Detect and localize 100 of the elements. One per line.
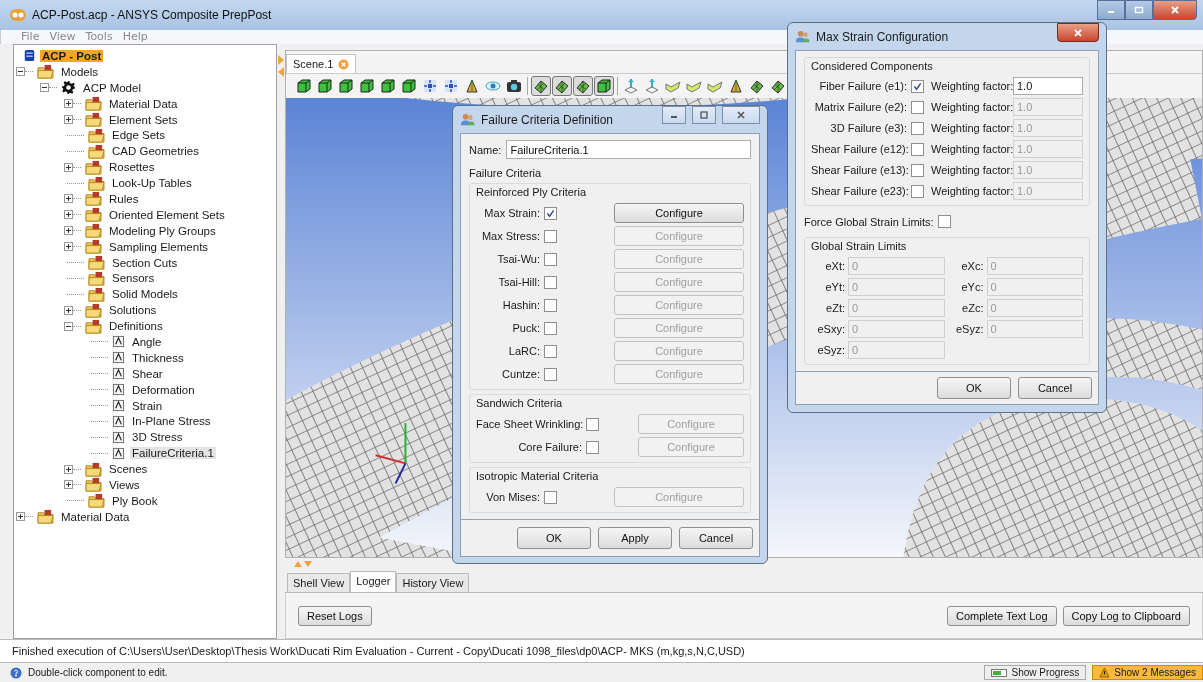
checkbox[interactable] [937,215,951,228]
dialog-button[interactable]: OK [937,377,1011,399]
field-label: Weighting factor: [930,122,1013,134]
tab[interactable]: History View [396,573,470,592]
toolbar-button[interactable] [336,76,356,96]
close-icon [736,110,746,120]
expand-icon[interactable] [64,464,73,474]
tree-item[interactable]: Solutions [107,304,159,317]
tree-item[interactable]: Oriented Element Sets [107,208,227,221]
expand-icon[interactable] [64,115,73,124]
close-button[interactable] [1057,23,1099,42]
tree-item[interactable]: FailureCriteria.1 [130,447,216,460]
criterion-label: Tsai-Hill: [497,276,541,288]
tree-item[interactable]: Sensors [110,272,157,285]
definition-icon [112,367,125,381]
log-button[interactable]: Complete Text Log [947,605,1057,626]
tree-item[interactable]: Angle [130,335,164,348]
close-icon [1073,27,1083,38]
folder-icon [88,255,105,270]
expand-icon[interactable] [64,305,73,315]
tab[interactable]: Logger [350,571,397,592]
status-text: Double-click component to edit. [28,667,168,678]
gear-icon [61,80,76,96]
tree-item[interactable]: ACP - Post [40,49,104,62]
tree-item[interactable]: Material Data [59,510,132,523]
log-button[interactable]: Copy Log to Clipboard [1062,605,1190,626]
criterion-label: Tsai-Wu: [496,253,541,265]
field-label: Weighting factor: [930,164,1013,176]
tree-item[interactable]: Definitions [107,320,165,333]
status-button[interactable]: Show Progress [984,665,1087,680]
dialog-button[interactable]: Cancel [679,527,753,549]
minimize-button[interactable] [662,106,686,124]
toolbar-button[interactable] [399,76,419,96]
dialog-button[interactable]: Cancel [1018,377,1092,399]
toolbar-button[interactable] [315,76,335,96]
expand-icon[interactable] [64,162,73,172]
toolbar-button[interactable] [357,76,377,96]
minimize-button[interactable] [1097,0,1125,20]
reset-logs-button[interactable]: Reset Logs [298,605,372,626]
folder-icon [85,207,102,223]
expand-icon[interactable] [16,512,25,522]
tree-item[interactable]: Views [107,479,142,491]
name-field[interactable]: FailureCriteria.1 [506,140,751,159]
tree-item[interactable]: Deformation [130,383,197,396]
expand-icon[interactable] [64,242,73,252]
toolbar-button[interactable] [552,76,572,96]
weighting-factor-field[interactable]: 1.0 [1013,77,1083,95]
tree-item[interactable]: Edge Sets [110,129,168,142]
tree-item[interactable]: CAD Geometries [110,145,201,158]
tree-item[interactable]: Strain [130,399,165,412]
maximize-button[interactable] [692,106,716,124]
expand-icon[interactable] [64,210,73,220]
scene-tab[interactable]: Scene.1 [286,54,357,73]
toolbar-button[interactable] [531,76,551,96]
tree-item[interactable]: Modeling Ply Groups [107,224,218,237]
limit-label: eYc: [960,281,984,293]
toolbar-button[interactable] [294,76,314,96]
tree-item[interactable]: Section Cuts [110,256,180,269]
tree-item[interactable]: Element Sets [107,113,180,126]
tree-item[interactable]: In-Plane Stress [130,415,213,428]
group-title: Global Strain Limits [811,240,908,252]
tree-item[interactable]: Thickness [130,351,186,364]
tree-item[interactable]: Sampling Elements [107,240,211,253]
tree-item[interactable]: 3D Stress [130,431,185,444]
component-label: Fiber Failure (e1): [818,80,908,92]
toolbar-button[interactable] [378,76,398,96]
section-label: Failure Criteria [469,167,543,179]
tree-item[interactable]: Rules [107,192,141,205]
dialog-button[interactable]: Apply [598,527,672,549]
tree-item[interactable]: Solid Models [110,288,180,301]
tree-item[interactable]: Scenes [107,463,150,476]
warning-icon [1099,667,1111,678]
component-label: 3D Failure (e3): [829,122,908,134]
component-label: Shear Failure (e12): [811,143,910,155]
toolbar-button[interactable] [594,76,614,96]
tab[interactable]: Shell View [287,573,351,592]
tree-item[interactable]: ACP Model [81,81,143,94]
tree-item[interactable]: Ply Book [110,494,160,507]
maximize-icon [699,110,709,120]
group-title: Reinforced Ply Criteria [476,186,588,198]
configure-button[interactable]: Configure [614,203,744,223]
expand-icon[interactable] [64,480,73,490]
collapse-icon[interactable] [16,67,25,77]
tree-item[interactable]: Rosettes [107,161,157,174]
tree-item[interactable]: Material Data [107,97,180,110]
expand-icon[interactable] [64,226,73,236]
dialog-button[interactable]: OK [517,527,591,549]
collapse-icon[interactable] [40,83,49,93]
tree-item[interactable]: Shear [130,367,165,380]
checkbox[interactable] [911,79,924,93]
expand-icon[interactable] [64,99,73,109]
expand-icon[interactable] [64,194,73,204]
close-button[interactable] [1153,0,1197,20]
collapse-icon[interactable] [64,321,73,331]
status-button[interactable]: Show 2 Messages [1092,665,1203,680]
toolbar-button[interactable] [573,76,593,96]
checkbox[interactable] [544,206,557,220]
tree-item[interactable]: Models [59,65,101,78]
tree-item[interactable]: Look-Up Tables [110,177,194,190]
maximize-button[interactable] [1125,0,1153,20]
